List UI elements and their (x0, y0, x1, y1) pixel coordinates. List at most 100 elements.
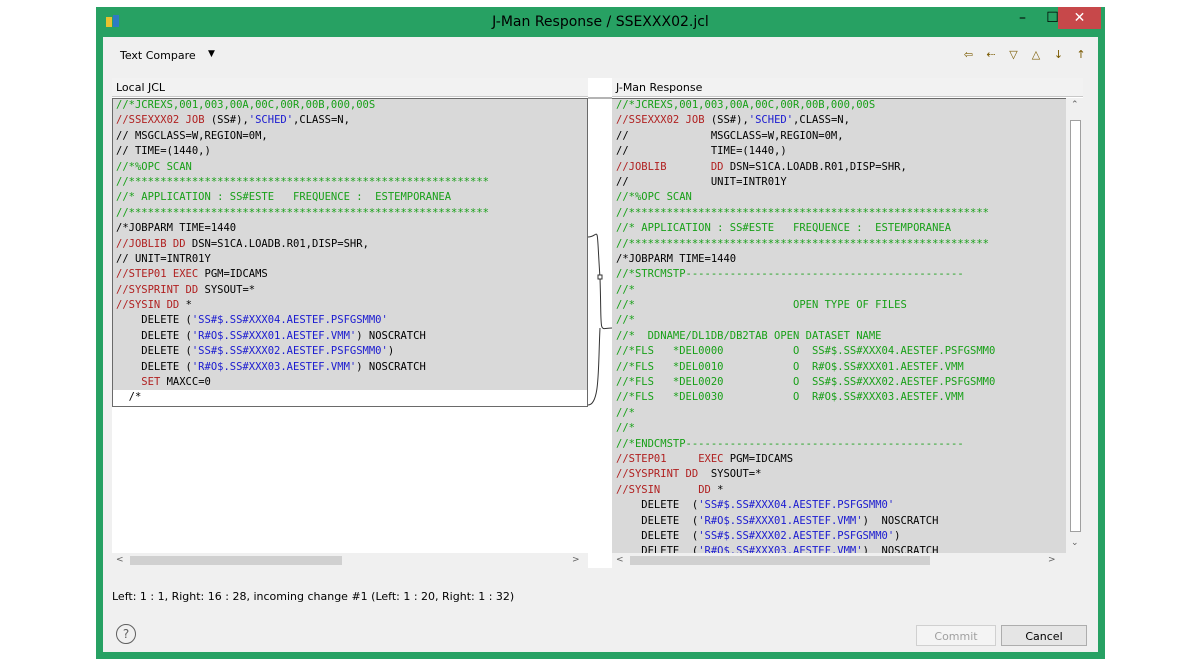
code-line: //STEP01 EXEC PGM=IDCAMS (612, 451, 1083, 468)
code-line: //*JCREXS,001,003,00A,00C,00R,00B,000,00… (612, 98, 1083, 114)
previous-change-icon[interactable]: ↑ (1074, 48, 1088, 62)
code-line: DELETE ('SS#$.SS#XXX02.AESTEF.PSFGSMM0') (612, 528, 1083, 545)
code-token: * (710, 483, 724, 496)
code-line: // TIME=(1440,) (612, 144, 1083, 160)
change-box-left (112, 98, 588, 407)
close-icon[interactable]: ✕ (1058, 7, 1101, 29)
code-line: //* (612, 282, 1083, 299)
title-bar[interactable]: J-Man Response / SSEXXX02.jcl – ☐ ✕ (96, 7, 1105, 37)
code-line: DELETE ('SS#$.SS#XXX04.AESTEF.PSFGSMM0' (612, 498, 1083, 514)
code-token: //* (616, 422, 635, 435)
code-line: /*JOBPARM TIME=1440 (612, 251, 1083, 268)
code-token: DELETE ( (616, 514, 699, 527)
code-line: //* (612, 313, 1083, 329)
code-line: //**************************************… (612, 236, 1083, 252)
code-token: //* (616, 406, 635, 419)
cancel-button[interactable]: Cancel (1001, 625, 1087, 646)
code-line: //*FLS *DEL0000 O SS#$.SS#XXX04.AESTEF.P… (612, 344, 1083, 360)
right-vscroll-thumb[interactable] (1070, 120, 1081, 532)
code-token: //*FLS *DEL0000 O SS#$.SS#XXX04.AESTEF.P… (616, 345, 996, 358)
code-line: //SYSIN DD * (612, 482, 1083, 499)
code-token: ) (894, 529, 901, 542)
code-token: 'SS#$.SS#XXX02.AESTEF.PSFGSMM0' (698, 529, 895, 542)
change-box-right (612, 98, 1066, 99)
window-title: J-Man Response / SSEXXX02.jcl (492, 14, 709, 30)
status-text: Left: 1 : 1, Right: 16 : 28, incoming ch… (112, 590, 515, 603)
next-change-icon[interactable]: ↓ (1052, 48, 1066, 62)
right-pane-header: J-Man Response (612, 78, 1083, 97)
compare-mode-label[interactable]: Text Compare (120, 49, 196, 62)
code-line: //* APPLICATION : SS#ESTE FREQUENCE : ES… (612, 221, 1083, 237)
diff-connector-strip (587, 78, 613, 568)
code-token: (SS#), (704, 114, 749, 127)
code-token: // MSGCLASS=W,REGION=0M, (616, 129, 844, 142)
code-token: 'SCHED' (748, 114, 794, 127)
code-line: //JOBLIB DD DSN=S1CA.LOADB.R01,DISP=SHR, (612, 159, 1083, 175)
scroll-left-icon[interactable]: < (616, 555, 624, 565)
code-token: //*STRCMSTP-----------------------------… (616, 268, 964, 281)
scroll-left-icon[interactable]: < (116, 555, 124, 565)
code-line: //SSEXXX02 JOB (SS#),'SCHED',CLASS=N, (612, 113, 1083, 129)
code-token: //**************************************… (616, 206, 989, 219)
left-horizontal-scrollbar[interactable]: < > (112, 553, 588, 568)
right-horizontal-scrollbar[interactable]: < > (612, 553, 1083, 568)
left-pane: Local JCL //*JCREXS,001,003,00A,00C,00R,… (112, 78, 588, 568)
code-token: 'R#O$.SS#XXX01.AESTEF.VMM' (698, 514, 863, 527)
previous-difference-icon[interactable]: △ (1029, 48, 1043, 62)
left-hscroll-thumb[interactable] (130, 556, 342, 565)
code-token: 'SS#$.SS#XXX04.AESTEF.PSFGSMM0' (698, 499, 895, 512)
code-token: DSN=S1CA.LOADB.R01,DISP=SHR, (723, 160, 907, 173)
diff-connector (587, 97, 613, 406)
code-token: //*%OPC SCAN (616, 191, 692, 204)
minimize-icon[interactable]: – (1006, 7, 1039, 29)
scroll-right-icon[interactable]: > (1048, 555, 1056, 565)
right-hscroll-thumb[interactable] (630, 556, 930, 565)
code-token: DD (685, 468, 699, 481)
code-token: //STEP01 (616, 452, 667, 465)
code-token: //* OPEN TYPE OF FILES (616, 299, 907, 312)
help-icon[interactable]: ? (116, 624, 136, 644)
scroll-down-icon[interactable]: ⌄ (1071, 538, 1079, 548)
code-token: //SYSPRINT (616, 468, 680, 481)
copy-all-left-icon[interactable]: ⇦ (962, 48, 976, 62)
scroll-up-icon[interactable]: ⌃ (1071, 100, 1079, 110)
code-line: //*%OPC SCAN (612, 190, 1083, 206)
compare-toolbar: Text Compare ▼ ⇦ ⇠ ▽ △ ↓ ↑ (113, 46, 1088, 66)
code-line: //*FLS *DEL0020 O SS#$.SS#XXX02.AESTEF.P… (612, 375, 1083, 391)
code-token: // TIME=(1440,) (616, 145, 787, 158)
code-token: EXEC (698, 452, 724, 465)
code-token: //**************************************… (616, 237, 989, 250)
next-difference-icon[interactable]: ▽ (1007, 48, 1021, 62)
code-line: //* DDNAME/DL1DB/DB2TAB OPEN DATASET NAM… (612, 328, 1083, 345)
code-line: //*ENDCMSTP-----------------------------… (612, 436, 1083, 452)
code-token: //JOBLIB (616, 160, 667, 173)
chevron-down-icon[interactable]: ▼ (208, 49, 215, 59)
right-pane: J-Man Response //*JCREXS,001,003,00A,00C… (612, 78, 1083, 568)
copy-current-left-icon[interactable]: ⇠ (984, 48, 998, 62)
code-token: ) NOSCRATCH (862, 514, 939, 527)
code-line: //* (612, 405, 1083, 422)
code-token: DD (698, 483, 711, 496)
right-code-view[interactable]: //*JCREXS,001,003,00A,00C,00R,00B,000,00… (612, 98, 1083, 560)
right-vertical-scrollbar[interactable]: ⌃ ⌄ (1066, 98, 1083, 553)
code-line: //SYSPRINT DD SYSOUT=* (612, 467, 1083, 483)
scroll-right-icon[interactable]: > (572, 555, 580, 565)
code-token: ,CLASS=N, (793, 114, 850, 127)
code-token: //*ENDCMSTP-----------------------------… (616, 437, 964, 450)
dialog-window: J-Man Response / SSEXXX02.jcl – ☐ ✕ Text… (96, 7, 1105, 659)
commit-button[interactable]: Commit (916, 625, 996, 646)
code-token: /*JOBPARM TIME=1440 (616, 252, 737, 265)
code-token: //* APPLICATION : SS#ESTE FREQUENCE : ES… (616, 222, 952, 235)
code-line: //*FLS *DEL0010 O R#O$.SS#XXX01.AESTEF.V… (612, 359, 1083, 376)
code-line: DELETE ('R#O$.SS#XXX01.AESTEF.VMM') NOSC… (612, 513, 1083, 529)
code-line: //* OPEN TYPE OF FILES (612, 298, 1083, 314)
code-token: //SSEXXX02 (616, 114, 680, 127)
code-token: //* (616, 314, 635, 327)
code-token: JOB (685, 114, 705, 127)
code-line: //*STRCMSTP-----------------------------… (612, 267, 1083, 283)
code-token: //*FLS *DEL0020 O SS#$.SS#XXX02.AESTEF.P… (616, 376, 996, 389)
left-pane-header: Local JCL (112, 78, 588, 97)
code-token: PGM=IDCAMS (723, 452, 794, 465)
